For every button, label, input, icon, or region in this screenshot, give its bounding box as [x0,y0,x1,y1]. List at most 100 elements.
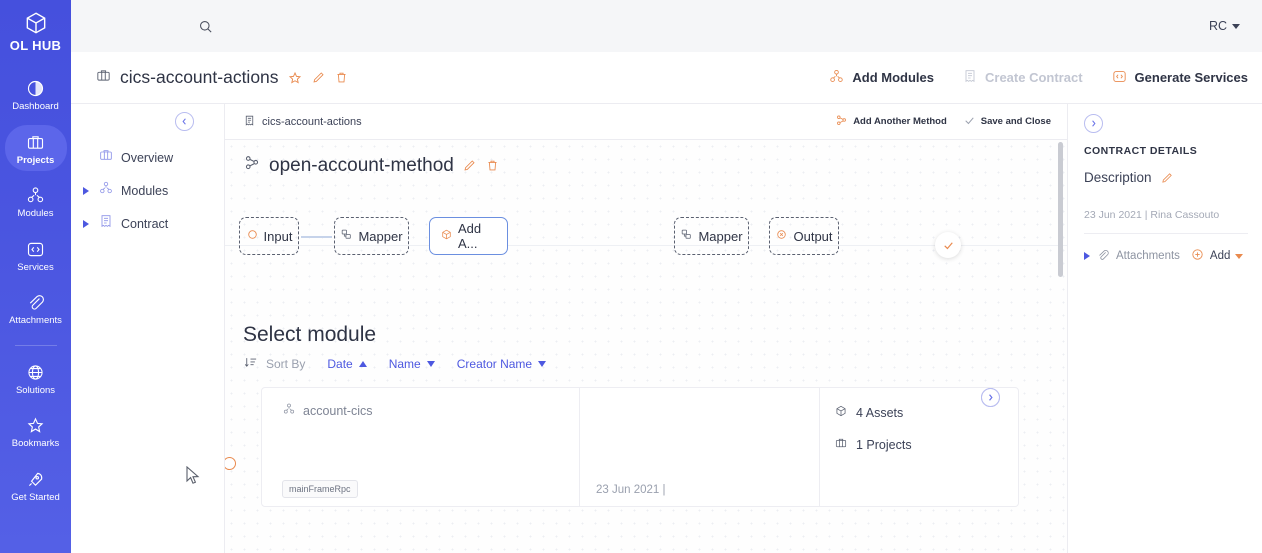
tree-label: Modules [121,183,169,198]
rocket-icon [25,469,46,490]
user-menu[interactable]: RC [1209,19,1240,33]
chevron-right-icon[interactable] [981,388,1000,407]
user-initials: RC [1208,19,1227,33]
generate-services-button[interactable]: Generate Services [1111,68,1248,88]
triangle-right-icon[interactable] [81,219,91,228]
sidebar-label: Attachments [9,315,62,326]
radio-unchecked-icon[interactable] [225,457,236,470]
triangle-right-icon[interactable] [81,186,91,195]
stat-label: 4 Assets [856,405,904,420]
flow-node-add-asset[interactable]: Add A... [429,217,508,255]
flow-confirm-button[interactable] [935,232,961,258]
sidebar-label: Solutions [15,384,56,396]
sort-controls: Sort By Date Name Creator Name [225,347,1067,373]
sidebar-label: Services [17,261,54,273]
briefcase-icon [25,132,46,153]
mapper-icon [680,228,693,244]
flow-graph: Input Mapper Add A... Mapper Output [225,199,1067,307]
sidebar-item-bookmarks[interactable]: Bookmarks [5,408,67,455]
triangle-down-icon [538,361,547,367]
button-label: Save and Close [980,116,1051,127]
pencil-icon[interactable] [462,158,477,173]
breadcrumb[interactable]: cics-account-actions [243,114,362,130]
cube-icon [834,404,848,421]
modules-icon [828,68,845,88]
sort-icon[interactable] [243,355,258,373]
sort-option-date[interactable]: Date [327,357,367,371]
method-node-icon [835,114,848,130]
chevron-right-icon[interactable] [1084,114,1103,133]
paperclip-icon [25,292,46,313]
method-node-icon [243,154,261,177]
button-label: Add Another Method [853,116,947,127]
contract-icon [962,68,978,87]
pencil-icon[interactable] [311,70,326,85]
modules-icon [282,402,296,419]
tree-item-contract[interactable]: Contract [71,207,224,240]
dashboard-icon [25,78,46,99]
module-card-account-cics[interactable]: account-cics mainFrameRpc 23 Jun 2021 | [261,387,1019,507]
page-title: cics-account-actions [95,67,349,89]
description-row: Description [1084,170,1248,185]
select-module-title: Select module [243,323,377,346]
brand[interactable]: OL HUB [10,10,61,53]
chevron-down-icon [1235,253,1244,259]
details-meta: 23 Jun 2021 | Rina Cassouto [1084,209,1248,234]
flow-node-mapper-1[interactable]: Mapper [334,217,409,255]
sidebar-item-solutions[interactable]: Solutions [5,355,67,402]
sidebar-label: Projects [16,154,55,166]
sidebar-item-projects[interactable]: Projects [4,124,67,171]
button-label: Create Contract [985,70,1083,85]
sidebar-label: Dashboard [12,101,59,112]
sidebar-item-dashboard[interactable]: Dashboard [5,71,67,118]
sidebar-item-services[interactable]: Services [5,232,67,279]
project-name: cics-account-actions [120,67,279,87]
save-and-close-button[interactable]: Save and Close [963,114,1051,130]
flow-node-mapper-2[interactable]: Mapper [674,217,749,255]
mapper-icon [340,228,353,244]
module-tag: mainFrameRpc [282,480,358,498]
sidebar-item-get-started[interactable]: Get Started [5,462,67,509]
breadcrumb-label: cics-account-actions [262,115,362,128]
contract-details-panel: CONTRACT DETAILS Description 23 Jun 2021… [1067,104,1262,553]
code-brackets-icon [25,239,46,260]
plus-circle-icon [1190,247,1205,265]
add-attachment-button[interactable]: Add [1190,247,1244,265]
trash-icon[interactable] [485,158,500,173]
search-icon[interactable] [190,11,220,41]
flow-node-input[interactable]: Input [239,217,299,255]
add-label: Add [1209,250,1231,262]
module-card-stats: 4 Assets 1 Projects [820,388,1018,506]
flow-node-output[interactable]: Output [769,217,839,255]
sort-option-label: Name [388,357,421,371]
chevron-left-icon[interactable] [175,112,194,131]
create-contract-button[interactable]: Create Contract [962,68,1083,87]
sort-option-name[interactable]: Name [389,357,435,371]
top-bar: RC [71,0,1262,52]
node-label: Mapper [358,228,403,244]
tree-item-modules[interactable]: Modules [71,174,224,207]
sidebar-item-attachments[interactable]: Attachments [5,285,67,332]
triangle-right-icon[interactable] [1084,252,1090,260]
node-label: Output [793,228,833,244]
method-header: open-account-method [225,140,1067,177]
globe-grid-icon [25,362,46,383]
star-outline-icon[interactable] [287,70,303,86]
add-modules-button[interactable]: Add Modules [828,68,934,88]
stat-label: 1 Projects [856,437,912,452]
briefcase-icon [95,67,112,89]
sidebar-item-modules[interactable]: Modules [5,178,67,225]
trash-icon[interactable] [334,70,349,85]
node-label: Input [263,228,293,244]
flow-connector [301,236,332,238]
method-name: open-account-method [269,154,454,176]
add-another-method-button[interactable]: Add Another Method [835,114,947,130]
sort-option-creator-name[interactable]: Creator Name [457,357,547,371]
main-column: RC cics-account-actions Add Modules Crea… [71,0,1262,553]
breadcrumb-bar: cics-account-actions Add Another Method [225,104,1067,140]
vertical-scrollbar[interactable] [1058,142,1063,277]
contract-icon [98,213,114,234]
pencil-icon[interactable] [1160,171,1174,185]
tree-item-overview[interactable]: Overview [71,141,224,174]
sort-by-label: Sort By [266,357,306,371]
